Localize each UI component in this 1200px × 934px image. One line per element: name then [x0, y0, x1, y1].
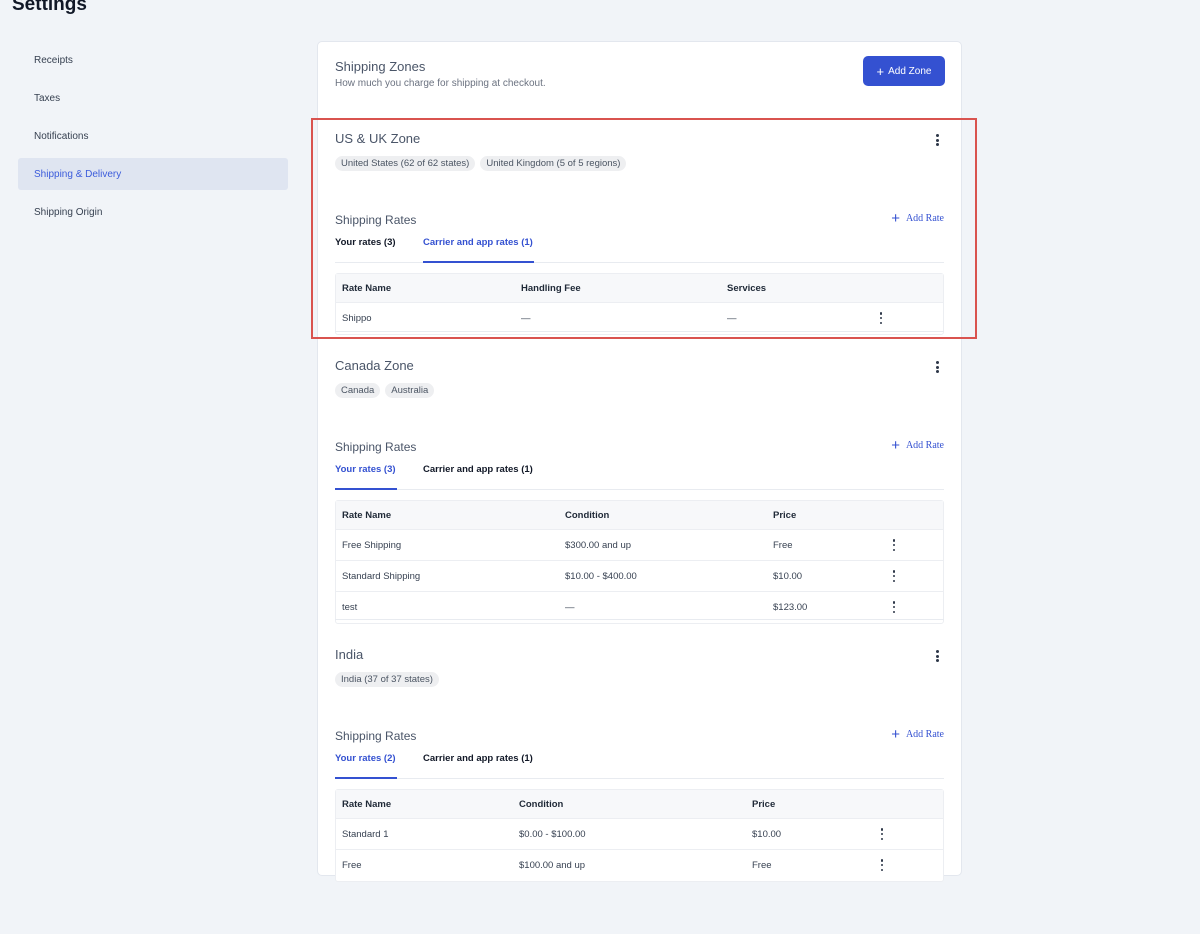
price-cell: $10.00	[752, 828, 782, 840]
region-chip: Canada	[335, 383, 381, 398]
sidebar-item-receipts[interactable]: Receipts	[18, 44, 288, 76]
zone-region-chips: India (37 of 37 states)	[335, 672, 439, 687]
column-header: Price	[773, 509, 797, 521]
row-more-menu-icon[interactable]	[878, 859, 886, 871]
add-rate-button[interactable]: + Add Rate	[891, 727, 944, 742]
rate-tabs: Your rates (3) Carrier and app rates (1)	[335, 464, 944, 490]
rate-name-cell: Standard 1	[342, 828, 389, 840]
zone-region-chips: Canada Australia	[335, 383, 435, 398]
sidebar-item-shipping-origin[interactable]: Shipping Origin	[18, 196, 288, 228]
region-chip: India (37 of 37 states)	[335, 672, 439, 687]
price-cell: $10.00	[773, 570, 803, 582]
zone-india: India India (37 of 37 states) Shipping R…	[335, 647, 944, 882]
region-chip: Australia	[385, 383, 435, 398]
rate-tabs: Your rates (2) Carrier and app rates (1)	[335, 753, 944, 779]
card-subtitle: How much you charge for shipping at chec…	[335, 78, 546, 89]
zone-divider	[335, 619, 944, 620]
condition-cell: $10.00 - $400.00	[565, 570, 637, 582]
zone-name: Canada Zone	[335, 358, 414, 373]
price-cell: Free	[773, 539, 793, 551]
tab-your-rates[interactable]: Your rates (3)	[335, 464, 397, 490]
add-rate-label: Add Rate	[905, 729, 944, 740]
table-row: Free Shipping $300.00 and up Free	[336, 530, 943, 561]
add-rate-label: Add Rate	[905, 440, 944, 451]
column-header: Condition	[519, 798, 564, 810]
card-title: Shipping Zones	[335, 59, 426, 74]
price-cell: Free	[752, 860, 772, 871]
table-header: Rate Name Condition Price	[336, 790, 943, 819]
shipping-rates-title: Shipping Rates	[335, 729, 417, 743]
condition-cell: $0.00 - $100.00	[519, 828, 586, 840]
settings-sidebar: Receipts Taxes Notifications Shipping & …	[18, 44, 288, 234]
add-zone-button[interactable]: + Add Zone	[863, 56, 945, 86]
table-row: Standard Shipping $10.00 - $400.00 $10.0…	[336, 561, 943, 592]
zone-more-menu-icon[interactable]	[932, 360, 942, 374]
rate-name-cell: Standard Shipping	[342, 570, 421, 582]
tab-carrier-app-rates[interactable]: Carrier and app rates (1)	[423, 464, 534, 490]
table-row: Free $100.00 and up Free	[336, 850, 943, 881]
plus-icon: +	[891, 437, 900, 454]
page-title: Settings	[12, 0, 87, 15]
add-zone-label: Add Zone	[888, 65, 932, 77]
sidebar-item-shipping-delivery[interactable]: Shipping & Delivery	[18, 158, 288, 190]
plus-icon: +	[876, 63, 885, 79]
row-more-menu-icon[interactable]	[890, 570, 898, 582]
sidebar-item-taxes[interactable]: Taxes	[18, 82, 288, 114]
column-header: Price	[752, 798, 776, 810]
sidebar-item-notifications[interactable]: Notifications	[18, 120, 288, 152]
row-more-menu-icon[interactable]	[890, 539, 898, 551]
rates-table: Rate Name Condition Price Free Shipping …	[335, 500, 944, 624]
condition-cell: $300.00 and up	[565, 539, 632, 551]
column-header: Condition	[565, 509, 610, 521]
plus-icon: +	[891, 726, 900, 743]
zone-name: India	[335, 647, 364, 662]
zone-more-menu-icon[interactable]	[932, 649, 942, 663]
rate-name-cell: Free Shipping	[342, 539, 402, 551]
zone-canada: Canada Zone Canada Australia Shipping Ra…	[335, 358, 944, 624]
shipping-rates-title: Shipping Rates	[335, 440, 417, 454]
condition-cell: $100.00 and up	[519, 860, 586, 871]
column-header: Rate Name	[342, 509, 392, 521]
rates-table: Rate Name Condition Price Standard 1 $0.…	[335, 789, 944, 882]
tab-your-rates[interactable]: Your rates (2)	[335, 753, 397, 779]
table-header: Rate Name Condition Price	[336, 501, 943, 530]
rate-name-cell: Free	[342, 860, 362, 871]
highlight-box	[311, 118, 977, 339]
add-rate-button[interactable]: + Add Rate	[891, 438, 944, 453]
row-more-menu-icon[interactable]	[878, 828, 886, 840]
column-header: Rate Name	[342, 798, 392, 810]
table-row: Standard 1 $0.00 - $100.00 $10.00	[336, 819, 943, 850]
row-more-menu-icon[interactable]	[890, 601, 898, 613]
tab-carrier-app-rates[interactable]: Carrier and app rates (1)	[423, 753, 534, 779]
